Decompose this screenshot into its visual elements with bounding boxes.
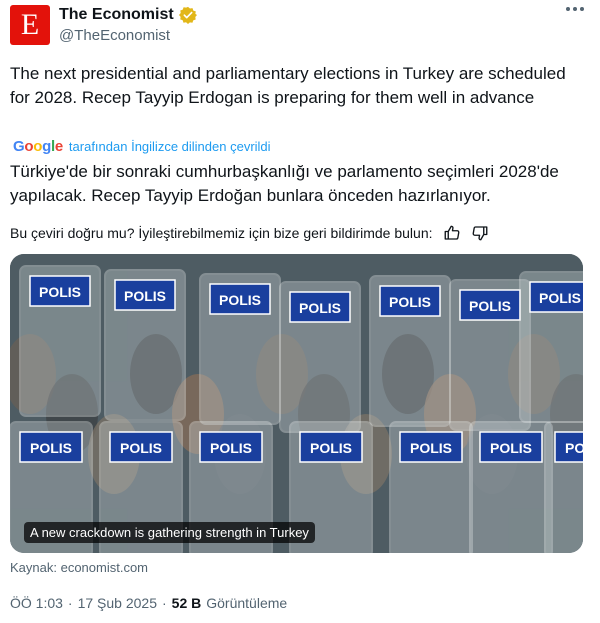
- thumbs-down-icon[interactable]: [471, 224, 489, 242]
- avatar[interactable]: E: [10, 5, 50, 45]
- riot-shields-illustration: POLIS POLIS POLIS POLIS POLIS POLIS POLIS POLIS…: [10, 254, 583, 553]
- polis-label: POLIS: [389, 294, 431, 310]
- tweet-meta: ÖÖ 1:03 · 17 Şub 2025 · 52 B Görüntüleme: [10, 595, 287, 611]
- avatar-letter: E: [20, 8, 40, 41]
- tweet-date[interactable]: 17 Şub 2025: [78, 595, 157, 611]
- polis-label: POLIS: [219, 292, 261, 308]
- translated-text: Türkiye'de bir sonraki cumhurbaşkanlığı …: [10, 162, 559, 205]
- more-options-icon[interactable]: [566, 7, 584, 11]
- translated-by-link[interactable]: tarafından İngilizce dilinden çevrildi: [69, 139, 271, 154]
- views-label: Görüntüleme: [206, 595, 288, 611]
- tweet-media-image[interactable]: POLIS POLIS POLIS POLIS POLIS POLIS POLIS POLIS…: [10, 254, 583, 553]
- thumbs-up-icon[interactable]: [443, 224, 461, 242]
- google-logo: Google: [13, 138, 63, 155]
- author-name[interactable]: The Economist: [59, 6, 174, 24]
- polis-label: POLIS: [124, 288, 166, 304]
- author-name-row: The Economist: [59, 6, 197, 24]
- translation-feedback: Bu çeviri doğru mu? İyileştirebilmemiz i…: [10, 224, 489, 242]
- verified-badge-icon: [178, 6, 197, 24]
- polis-label: POLIS: [410, 440, 452, 456]
- author-handle[interactable]: @TheEconomist: [59, 27, 170, 44]
- polis-label: POLIS: [120, 440, 162, 456]
- polis-label: POLIS: [210, 440, 252, 456]
- polis-label: POLIS: [310, 440, 352, 456]
- tweet-time[interactable]: ÖÖ 1:03: [10, 595, 63, 611]
- meta-separator: ·: [67, 595, 73, 611]
- meta-separator: ·: [162, 595, 167, 611]
- media-caption: A new crackdown is gathering strength in…: [24, 522, 315, 543]
- source-text: Kaynak: economist.com: [10, 560, 149, 575]
- translation-attribution: Google tarafından İngilizce dilinden çev…: [13, 138, 271, 155]
- polis-label: POLIS: [30, 440, 72, 456]
- polis-label: POLIS: [565, 440, 583, 456]
- tweet-text: The next presidential and parliamentary …: [10, 64, 566, 107]
- feedback-prompt: Bu çeviri doğru mu? İyileştirebilmemiz i…: [10, 225, 433, 241]
- polis-label: POLIS: [299, 300, 341, 316]
- polis-label: POLIS: [39, 284, 81, 300]
- views-count: 52 B: [171, 595, 202, 611]
- polis-label: POLIS: [469, 298, 511, 314]
- polis-label: POLIS: [539, 290, 581, 306]
- polis-label: POLIS: [490, 440, 532, 456]
